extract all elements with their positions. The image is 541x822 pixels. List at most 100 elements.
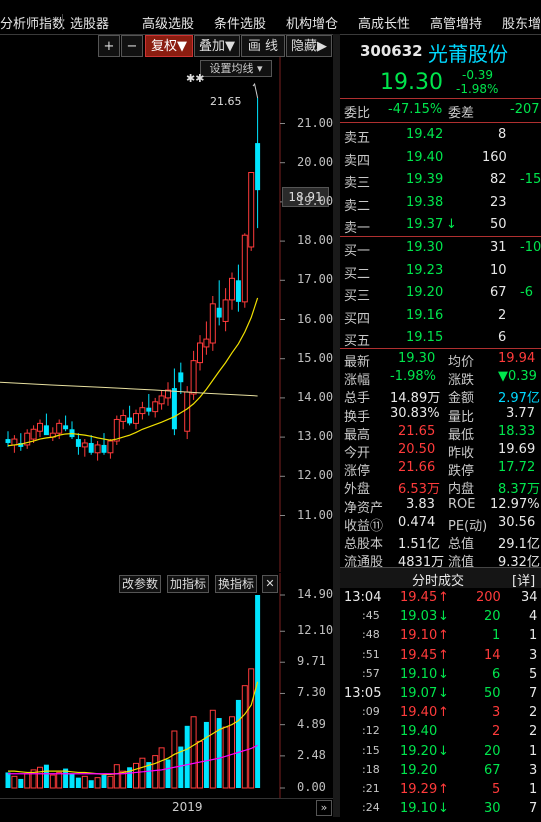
bids-label: 买四 [344,311,371,327]
stat-label: 最高 [344,427,371,443]
edit-params-button[interactable]: 改参数 [119,575,162,593]
hide-button[interactable]: 隐藏▶ [286,35,332,57]
bids-row[interactable]: 买五 19.15 6 [340,327,541,349]
asks-row[interactable]: 卖二 19.38 23 [340,192,541,214]
bids-volume: 6 [498,330,507,345]
bids-diff: -10 [520,240,541,255]
kline-svg [0,57,285,572]
candle [255,98,261,229]
trade-volume: 6 [492,666,501,682]
candle [63,415,69,432]
volume-bar [88,780,94,788]
trade-time: :24 [362,801,380,815]
draw-line-button[interactable]: 画 线 [241,35,285,57]
menu-condition-picker[interactable]: 条件选股 [214,13,266,32]
trade-volume: 2 [492,724,501,740]
add-indicator-button[interactable]: 加指标 [167,575,210,593]
candle [37,419,43,438]
bids-label: 买一 [344,244,371,259]
candle [171,368,177,436]
close-icon[interactable]: ✕ [262,575,278,593]
asks-row[interactable]: 卖五 19.42 8 [340,124,541,146]
stock-header: 300632 光莆股份 [340,36,541,66]
volume-bar [113,764,120,789]
stat-label: 涨幅 [344,373,371,389]
down-arrow-icon: ↓ [438,801,449,817]
volume-chart[interactable]: 改参数 加指标 换指标 ✕ 14.90 12.10 9.71 7.30 4.89 2.48… [0,573,333,801]
asks-row[interactable]: 卖四 19.40 160 [340,147,541,169]
menu-analyst-index[interactable]: 分析师指数 [0,13,65,32]
stat-label: 涨停 [344,464,371,480]
zoom-in-button[interactable]: + [98,35,120,57]
bids-price: 19.30 [406,240,444,255]
bids-row[interactable]: 买三 19.20 67 -6 [340,282,541,304]
scroll-right-icon[interactable]: » [316,800,332,816]
trade-time: :45 [362,609,380,623]
bids-row[interactable]: 买二 19.23 10 [340,260,541,282]
asks-price: 19.40 [406,149,444,165]
stat-value: 14.89万 [390,391,441,407]
trade-time: 13:05 [344,686,382,701]
stat-label: 昨收 [448,446,475,461]
trade-time: :51 [362,647,380,661]
trade-row: :24 19.10 ↓ 30 7 [340,800,541,822]
stat-value: 3.83 [406,496,435,512]
menu-stock-picker[interactable]: 选股器 [70,13,109,32]
kline-chart[interactable]: 设置均线 ▾ ✱✱ 21.65 18.91 21.00 20.00 19.00 18.… [0,57,333,572]
ma-setting-button[interactable]: 设置均线 ▾ [200,60,272,77]
stat-label: 内盘 [448,482,475,498]
volume-bar [248,668,255,789]
bids-row[interactable]: 买一 19.30 31 -10 [340,237,541,259]
asks-label: 卖四 [344,153,371,169]
down-arrow-icon: ↓ [438,743,449,759]
switch-indicator-button[interactable]: 换指标 [215,575,258,593]
volume-bar [133,762,139,789]
up-arrow-icon: ↑ [438,628,449,644]
stat-label: 换手 [344,409,371,425]
candle [69,421,75,440]
bids-row[interactable]: 买四 19.16 2 [340,305,541,327]
volume-bar [197,740,203,789]
asks-row[interactable]: 卖一 19.37 ↓ 50 [340,214,541,236]
bids-label: 买二 [344,266,371,282]
trade-time: 13:04 [344,590,382,605]
trade-price: 19.10 [400,628,438,644]
volume-tick-label: 7.30 [297,685,326,700]
bids-volume: 10 [490,262,507,278]
trade-volume: 5 [492,782,501,797]
trade-count: 2 [529,705,538,721]
candle [133,409,139,430]
quote-panel: 300632 光莆股份 19.30 -0.39 -1.98% 委比 -47.15… [340,34,541,817]
volume-bar [69,773,75,788]
overlay-button[interactable]: 叠加▼ [194,35,240,57]
candle [197,335,203,371]
asks-row[interactable]: 卖三 19.39 82 -15 [340,169,541,191]
bids-diff: -6 [520,285,533,300]
stat-value: -1.98% [390,369,436,385]
trade-count: 1 [529,743,538,759]
zoom-out-button[interactable]: − [121,35,143,57]
panel-splitter[interactable] [333,34,340,817]
bids-price: 19.16 [406,307,444,323]
weicha-label: 委差 [448,106,475,121]
candle [222,288,229,332]
fuquan-button[interactable]: 复权▼ [145,35,193,57]
volume-bar [222,726,229,789]
menu-high-growth[interactable]: 高成长性 [358,13,410,32]
trades-detail-link[interactable]: [详] [512,570,535,589]
menu-advanced-picker[interactable]: 高级选股 [142,13,194,32]
candle [101,433,107,455]
candle [18,433,24,451]
price-tick-label: 11.00 [297,507,334,522]
trade-count: 5 [529,666,538,682]
asks-label: 卖五 [344,131,371,146]
menu-institution-add[interactable]: 机构增仓 [286,13,338,32]
asks-volume: 23 [490,194,507,210]
price-tick-label: 19.00 [297,193,334,208]
volume-bar [56,771,63,789]
menu-exec-holding[interactable]: 高管增持 [430,13,482,32]
menu-shareholder-holding[interactable]: 股东增持 [502,13,541,32]
candle [5,431,11,447]
volume-bar [229,716,235,789]
asks-price: 19.38 [406,194,444,210]
